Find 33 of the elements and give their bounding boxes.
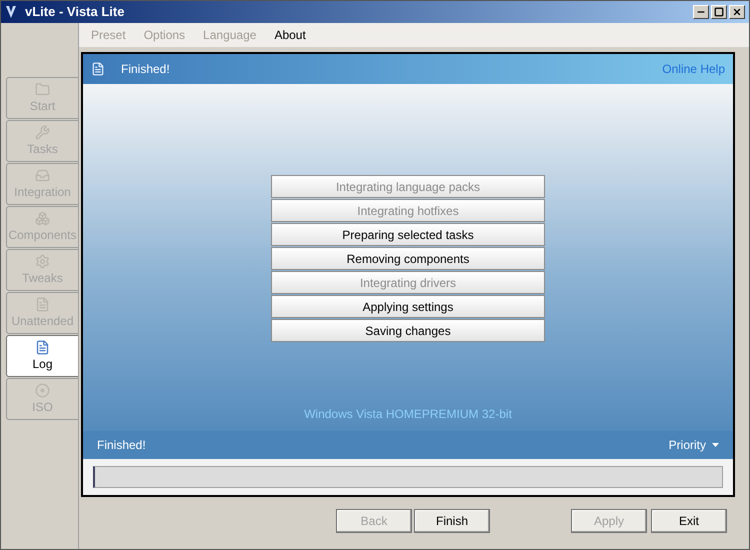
minimize-button[interactable] — [693, 5, 709, 19]
caret-icon — [712, 443, 719, 447]
tab-icon — [35, 340, 50, 354]
task-step: Integrating language packs — [271, 175, 545, 198]
header-title: Finished! — [121, 61, 170, 78]
maximize-icon — [714, 7, 724, 17]
exit-button[interactable]: Exit — [651, 509, 727, 533]
close-button[interactable] — [729, 5, 745, 19]
task-step: Saving changes — [271, 319, 545, 342]
task-step: Applying settings — [271, 295, 545, 318]
tab-icon — [35, 168, 50, 182]
edition-label: Windows Vista HOMEPREMIUM 32-bit — [304, 406, 512, 423]
task-step: Removing components — [271, 247, 545, 270]
finish-button[interactable]: Finish — [414, 509, 490, 533]
tab-icon — [35, 296, 50, 312]
tab-icon — [35, 382, 50, 398]
task-step: Integrating drivers — [271, 271, 545, 294]
app-logo-icon — [5, 5, 17, 19]
tab-icon — [35, 124, 50, 140]
tab-icon — [35, 82, 50, 96]
document-icon — [91, 62, 105, 76]
status-text: Finished! — [97, 437, 146, 454]
sidebar-tab[interactable]: Log — [6, 335, 78, 377]
tab-icon — [35, 210, 50, 226]
menu-item[interactable]: About — [274, 26, 306, 44]
window-title: vLite - Vista Lite — [25, 3, 124, 22]
task-step: Preparing selected tasks — [271, 223, 545, 246]
maximize-button[interactable] — [711, 5, 727, 19]
tab-icon — [35, 254, 50, 268]
close-icon — [732, 7, 742, 17]
online-help-link[interactable]: Online Help — [662, 60, 725, 78]
task-step: Integrating hotfixes — [271, 199, 545, 222]
priority-dropdown[interactable]: Priority — [668, 436, 719, 454]
